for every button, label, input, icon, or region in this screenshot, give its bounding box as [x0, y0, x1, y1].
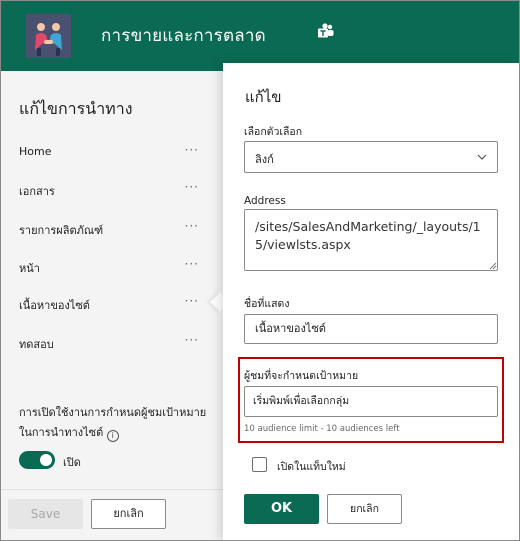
site-header: การขายและการตลาด — [1, 1, 519, 71]
nav-item-label: เอกสาร — [19, 185, 55, 198]
nav-item-test[interactable]: ทดสอบ ··· — [19, 333, 209, 353]
audience-limit-hint: 10 audience limit - 10 audiences left — [244, 424, 400, 434]
choose-option-label: เลือกตัวเลือก — [244, 126, 303, 138]
nav-item-home[interactable]: Home ··· — [19, 143, 209, 163]
nav-item-documents[interactable]: เอกสาร ··· — [19, 180, 209, 200]
audience-picker-input[interactable]: เริ่มพิมพ์เพื่อเลือกกลุ่ม — [244, 386, 498, 417]
choose-option-dropdown[interactable]: ลิงก์ — [244, 141, 498, 173]
open-new-tab-checkbox[interactable] — [252, 457, 267, 472]
ok-button[interactable]: OK — [244, 494, 319, 524]
toggle-knob — [40, 454, 52, 466]
resize-grip-icon[interactable] — [489, 262, 497, 270]
edit-panel-title: แก้ไข — [245, 88, 282, 106]
nav-item-pages[interactable]: หน้า ··· — [19, 257, 209, 277]
people-handshake-logo[interactable] — [26, 14, 71, 58]
nav-item-site-contents[interactable]: เนื้อหาของไซต์ ··· — [19, 294, 209, 314]
edit-link-panel: แก้ไข เลือกตัวเลือก ลิงก์ Address /sites… — [223, 63, 519, 540]
cancel-button[interactable]: ยกเลิก — [91, 499, 166, 529]
audience-label: ผู้ชมที่จะกำหนดเป้าหมาย — [244, 370, 359, 382]
info-icon[interactable]: i — [106, 430, 119, 442]
site-title[interactable]: การขายและการตลาด — [101, 22, 266, 49]
navigation-panel-title: แก้ไขการนำทาง — [19, 99, 133, 118]
nav-item-product-list[interactable]: รายการผลิตภัณฑ์ ··· — [19, 219, 209, 239]
address-input[interactable]: /sites/SalesAndMarketing/_layouts/15/vie… — [244, 209, 498, 271]
more-options-icon[interactable]: ··· — [185, 294, 199, 308]
open-new-tab-label[interactable]: เปิดในแท็บใหม่ — [277, 458, 346, 475]
address-label: Address — [244, 195, 286, 207]
nav-item-label: รายการผลิตภัณฑ์ — [19, 224, 104, 237]
divider — [1, 489, 223, 490]
nav-item-label: ทดสอบ — [19, 338, 54, 351]
more-options-icon[interactable]: ··· — [185, 143, 199, 157]
audience-targeting-setting: การเปิดใช้งานการกำหนดผู้ชมเป้าหมายในการน… — [19, 403, 209, 443]
more-options-icon[interactable]: ··· — [185, 257, 199, 271]
choose-option-value: ลิงก์ — [255, 153, 274, 166]
display-name-input[interactable]: เนื้อหาของไซต์ — [244, 314, 498, 344]
nav-item-label: หน้า — [19, 262, 40, 275]
more-options-icon[interactable]: ··· — [185, 333, 199, 347]
more-options-icon[interactable]: ··· — [185, 219, 199, 233]
toggle-state-label: เปิด — [63, 456, 81, 469]
teams-icon[interactable] — [317, 23, 335, 39]
site-navigation-editor: การขายและการตลาด แก้ไขการนำทาง Home ··· … — [0, 0, 520, 541]
save-button[interactable]: Save — [8, 499, 83, 529]
cancel-button[interactable]: ยกเลิก — [327, 494, 402, 524]
display-name-label: ชื่อที่แสดง — [244, 298, 290, 310]
chevron-down-icon — [477, 154, 487, 160]
audience-targeting-toggle[interactable] — [19, 451, 55, 469]
more-options-icon[interactable]: ··· — [185, 180, 199, 194]
nav-item-label: Home — [19, 145, 52, 158]
nav-item-label: เนื้อหาของไซต์ — [19, 299, 90, 312]
